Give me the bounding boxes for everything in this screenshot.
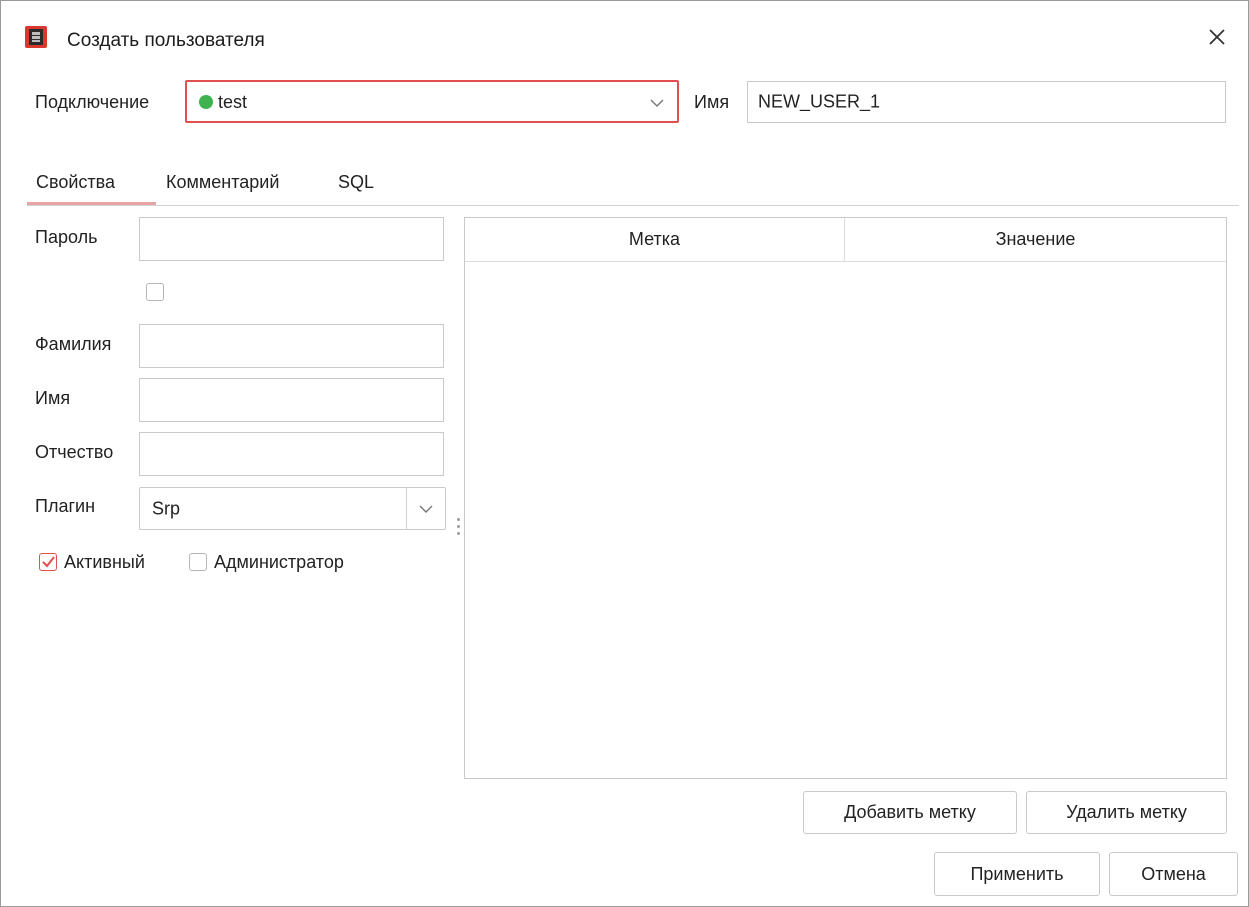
active-label: Активный [64,552,145,572]
cancel-button[interactable]: Отмена [1109,852,1238,896]
plugin-label: Плагин [35,496,96,516]
chevron-down-icon [418,501,434,522]
tab-comment[interactable]: Комментарий [166,172,279,193]
username-field[interactable]: NEW_USER_1 [747,81,1226,123]
last-name-label: Фамилия [35,334,112,354]
last-name-field[interactable] [139,324,444,368]
active-checkbox[interactable] [39,553,57,571]
connection-select[interactable]: test [185,80,679,123]
username-value: NEW_USER_1 [758,91,881,112]
column-header-value[interactable]: Значение [845,218,1226,262]
close-icon[interactable] [1204,24,1230,50]
admin-label: Администратор [214,552,344,572]
middle-name-field[interactable] [139,432,444,476]
remove-tag-button[interactable]: Удалить метку [1026,791,1227,834]
apply-button[interactable]: Применить [934,852,1100,896]
password-label: Пароль [35,227,98,247]
connection-label: Подключение [35,92,150,112]
tab-divider [27,205,1239,206]
select-divider [406,488,407,529]
first-name-label: Имя [35,388,71,408]
create-user-dialog: Создать пользователя Подключение test Им… [0,0,1249,907]
checkmark-icon [42,556,55,568]
password-field[interactable] [139,217,444,261]
splitter-handle[interactable] [457,518,460,535]
first-name-field[interactable] [139,378,444,422]
chevron-down-icon [649,95,665,116]
plugin-value: Srp [152,498,181,518]
dialog-title: Создать пользователя [67,30,265,51]
column-header-tag[interactable]: Метка [465,218,845,262]
database-app-icon [25,26,47,48]
connection-value: test [218,92,248,112]
plugin-select[interactable]: Srp [139,487,446,530]
show-password-checkbox[interactable] [146,283,164,301]
tab-sql[interactable]: SQL [338,172,374,193]
name-label: Имя [694,92,730,112]
connection-status-icon [199,95,213,109]
tab-properties[interactable]: Свойства [36,172,115,193]
middle-name-label: Отчество [35,442,114,462]
tags-table[interactable]: Метка Значение [464,217,1227,779]
admin-checkbox[interactable] [189,553,207,571]
add-tag-button[interactable]: Добавить метку [803,791,1017,834]
